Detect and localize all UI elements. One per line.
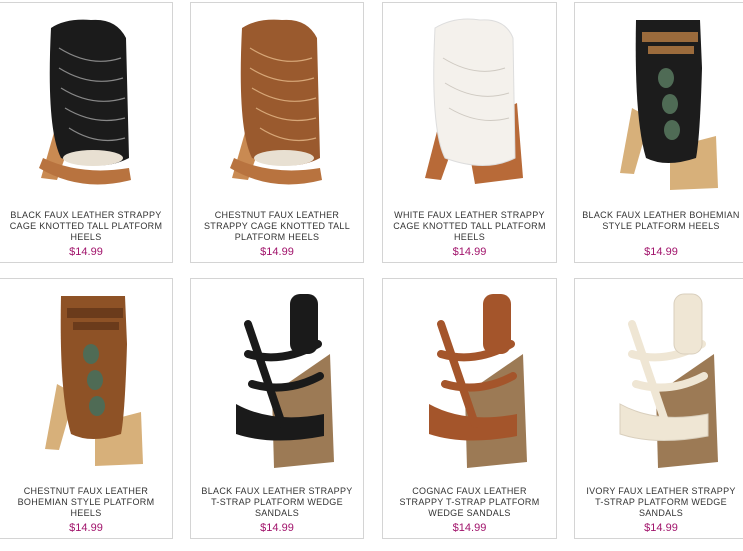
product-card[interactable]: IVORY FAUX LEATHER STRAPPY T-STRAP PLATF… (574, 278, 743, 539)
shoe-image-chestnut-cage-heel (230, 19, 322, 185)
product-card[interactable]: COGNAC FAUX LEATHER STRAPPY T-STRAP PLAT… (382, 278, 557, 539)
product-card[interactable]: CHESTNUT FAUX LEATHER BOHEMIAN STYLE PLA… (0, 278, 173, 539)
product-price: $14.99 (260, 246, 294, 258)
shoe-image-white-cage-heel (424, 18, 523, 184)
product-grid: BLACK FAUX LEATHER STRAPPY CAGE KNOTTED … (0, 0, 743, 551)
product-name[interactable]: BLACK FAUX LEATHER STRAPPY CAGE KNOTTED … (6, 210, 166, 243)
product-name[interactable]: BLACK FAUX LEATHER STRAPPY T-STRAP PLATF… (197, 486, 357, 519)
product-image[interactable] (383, 279, 556, 479)
product-card[interactable]: BLACK FAUX LEATHER BOHEMIAN STYLE PLATFO… (574, 2, 743, 263)
product-price: $14.99 (644, 246, 678, 258)
product-image[interactable] (383, 3, 556, 203)
shoe-image-chestnut-bohemian-heel (45, 296, 143, 466)
product-image[interactable] (0, 279, 172, 479)
product-price: $14.99 (69, 246, 103, 258)
product-name[interactable]: CHESTNUT FAUX LEATHER BOHEMIAN STYLE PLA… (6, 486, 166, 519)
product-image[interactable] (0, 3, 172, 203)
product-name[interactable]: BLACK FAUX LEATHER BOHEMIAN STYLE PLATFO… (581, 210, 741, 232)
product-card[interactable]: BLACK FAUX LEATHER STRAPPY T-STRAP PLATF… (190, 278, 364, 539)
product-name[interactable]: WHITE FAUX LEATHER STRAPPY CAGE KNOTTED … (389, 210, 550, 243)
product-name[interactable]: CHESTNUT FAUX LEATHER STRAPPY CAGE KNOTT… (197, 210, 357, 243)
product-price: $14.99 (260, 522, 294, 534)
product-name[interactable]: IVORY FAUX LEATHER STRAPPY T-STRAP PLATF… (581, 486, 741, 519)
product-card[interactable]: BLACK FAUX LEATHER STRAPPY CAGE KNOTTED … (0, 2, 173, 263)
shoe-image-black-tstrap-wedge (236, 294, 334, 468)
product-image[interactable] (575, 279, 743, 479)
product-image[interactable] (191, 279, 363, 479)
shoe-image-cognac-tstrap-wedge (428, 294, 527, 468)
product-card[interactable]: WHITE FAUX LEATHER STRAPPY CAGE KNOTTED … (382, 2, 557, 263)
product-image[interactable] (575, 3, 743, 203)
shoe-image-ivory-tstrap-wedge (619, 293, 718, 468)
shoe-image-black-cage-heel (39, 19, 131, 185)
product-name[interactable]: COGNAC FAUX LEATHER STRAPPY T-STRAP PLAT… (389, 486, 550, 519)
product-price: $14.99 (644, 522, 678, 534)
product-image[interactable] (191, 3, 363, 203)
product-price: $14.99 (452, 522, 487, 534)
product-price: $14.99 (69, 522, 103, 534)
shoe-image-black-bohemian-heel (620, 20, 718, 190)
product-card[interactable]: CHESTNUT FAUX LEATHER STRAPPY CAGE KNOTT… (190, 2, 364, 263)
product-price: $14.99 (452, 246, 487, 258)
